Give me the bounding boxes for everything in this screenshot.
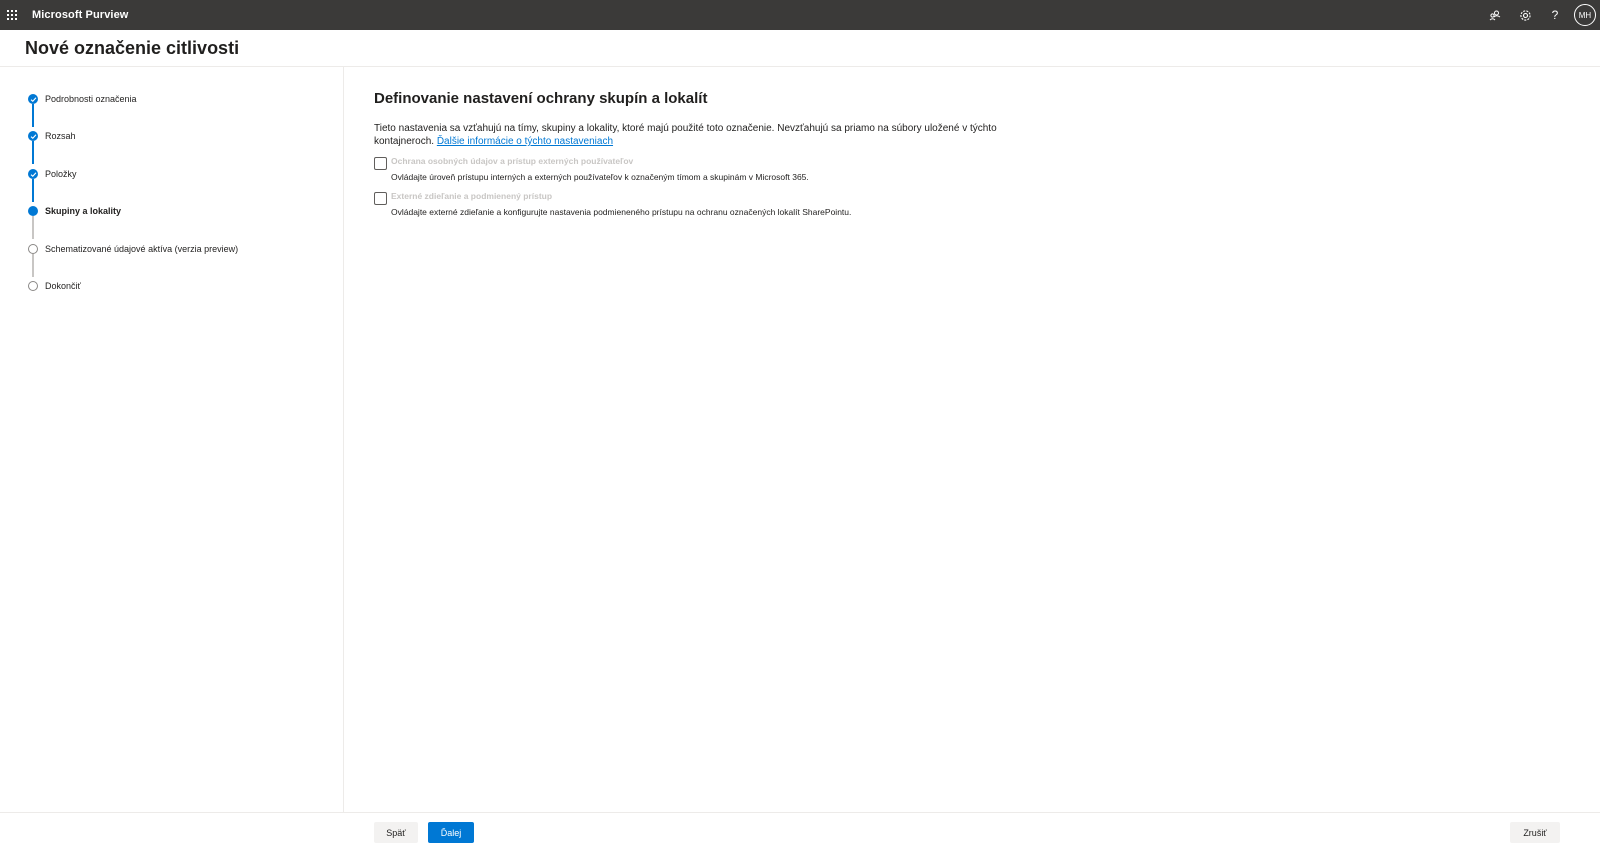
check-icon: [28, 169, 38, 179]
gear-icon[interactable]: [1510, 0, 1540, 30]
step-items[interactable]: Položky: [28, 169, 77, 179]
step-label-details[interactable]: Podrobnosti označenia: [28, 94, 137, 104]
step-connector: [32, 104, 34, 127]
app-name[interactable]: Microsoft Purview: [32, 9, 128, 21]
check-icon: [28, 131, 38, 141]
cancel-button[interactable]: Zrušiť: [1510, 822, 1560, 843]
footer-divider: [0, 812, 1600, 813]
people-icon[interactable]: [1480, 0, 1510, 30]
pending-step-icon: [28, 244, 38, 254]
section-title: Definovanie nastavení ochrany skupín a l…: [374, 90, 708, 107]
step-groups-sites[interactable]: Skupiny a lokality: [28, 206, 121, 216]
top-bar: Microsoft Purview ? MH: [0, 0, 1600, 30]
option-description: Ovládajte úroveň prístupu interných a ex…: [391, 172, 809, 182]
step-connector: [32, 254, 34, 277]
option-description: Ovládajte externé zdieľanie a konfiguruj…: [391, 207, 852, 217]
back-button[interactable]: Späť: [374, 822, 418, 843]
step-scope[interactable]: Rozsah: [28, 131, 76, 141]
option-title: Ochrana osobných údajov a prístup extern…: [391, 156, 634, 166]
external-sharing-checkbox[interactable]: [374, 192, 387, 205]
next-button[interactable]: Ďalej: [428, 822, 474, 843]
pending-step-icon: [28, 281, 38, 291]
waffle-icon[interactable]: [0, 0, 24, 30]
step-connector: [32, 216, 34, 239]
privacy-checkbox[interactable]: [374, 157, 387, 170]
step-finish[interactable]: Dokončiť: [28, 281, 81, 291]
help-icon[interactable]: ?: [1540, 0, 1570, 30]
section-description: Tieto nastavenia sa vzťahujú na tímy, sk…: [374, 123, 997, 147]
page-title: Nové označenie citlivosti: [25, 38, 240, 58]
step-connector: [32, 179, 34, 202]
option-external-sharing[interactable]: Externé zdieľanie a podmienený prístup O…: [374, 191, 851, 217]
check-icon: [28, 94, 38, 104]
option-privacy-access[interactable]: Ochrana osobných údajov a prístup extern…: [374, 156, 809, 182]
step-connector: [32, 141, 34, 164]
step-schematized-assets[interactable]: Schematizované údajové aktíva (verzia pr…: [28, 244, 238, 254]
current-step-icon: [28, 206, 38, 216]
option-title: Externé zdieľanie a podmienený prístup: [391, 191, 553, 201]
learn-more-link[interactable]: Ďalšie informácie o týchto nastaveniach: [437, 136, 613, 147]
avatar[interactable]: MH: [1574, 4, 1596, 26]
